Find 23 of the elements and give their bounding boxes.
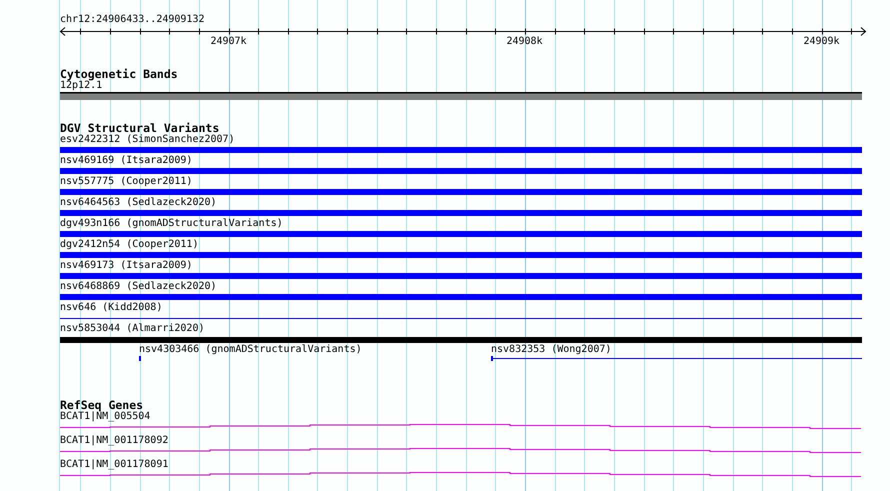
feature-label: nsv557775 (Cooper2011)	[60, 176, 192, 188]
feature-label: BCAT1|NM_001178091	[60, 459, 168, 471]
feature-label: nsv6468869 (Sedlazeck2020)	[60, 281, 217, 293]
feature-label: nsv469169 (Itsara2009)	[60, 155, 192, 167]
track-title: Cytogenetic Bands	[59, 68, 178, 80]
feature-label: BCAT1|NM_001178092	[60, 435, 168, 447]
feature-label: BCAT1|NM_005504	[60, 411, 150, 423]
feature-label: dgv493n166 (gnomADStructuralVariants)	[60, 218, 283, 230]
feature-label: nsv832353 (Wong2007)	[491, 344, 612, 356]
feature-label: nsv469173 (Itsara2009)	[60, 260, 192, 272]
feature-label: dgv2412n54 (Cooper2011)	[60, 239, 198, 251]
tick-label: 24909k	[803, 36, 840, 47]
track-title: DGV Structural Variants	[59, 122, 220, 134]
tick-label: 24908k	[506, 36, 543, 47]
tick-label: 24907k	[210, 36, 247, 47]
feature-label: esv2422312 (SimonSanchez2007)	[60, 134, 235, 146]
feature-label: nsv646 (Kidd2008)	[60, 302, 162, 314]
location-label: chr12:24906433..24909132	[59, 14, 204, 26]
feature-label: 12p12.1	[60, 80, 102, 92]
feature-label: nsv5853044 (Almarri2020)	[60, 323, 204, 335]
feature-label: nsv4303466 (gnomADStructuralVariants)	[139, 344, 362, 356]
feature-label: nsv6464563 (Sedlazeck2020)	[60, 197, 217, 209]
track-title: RefSeq Genes	[59, 399, 144, 411]
